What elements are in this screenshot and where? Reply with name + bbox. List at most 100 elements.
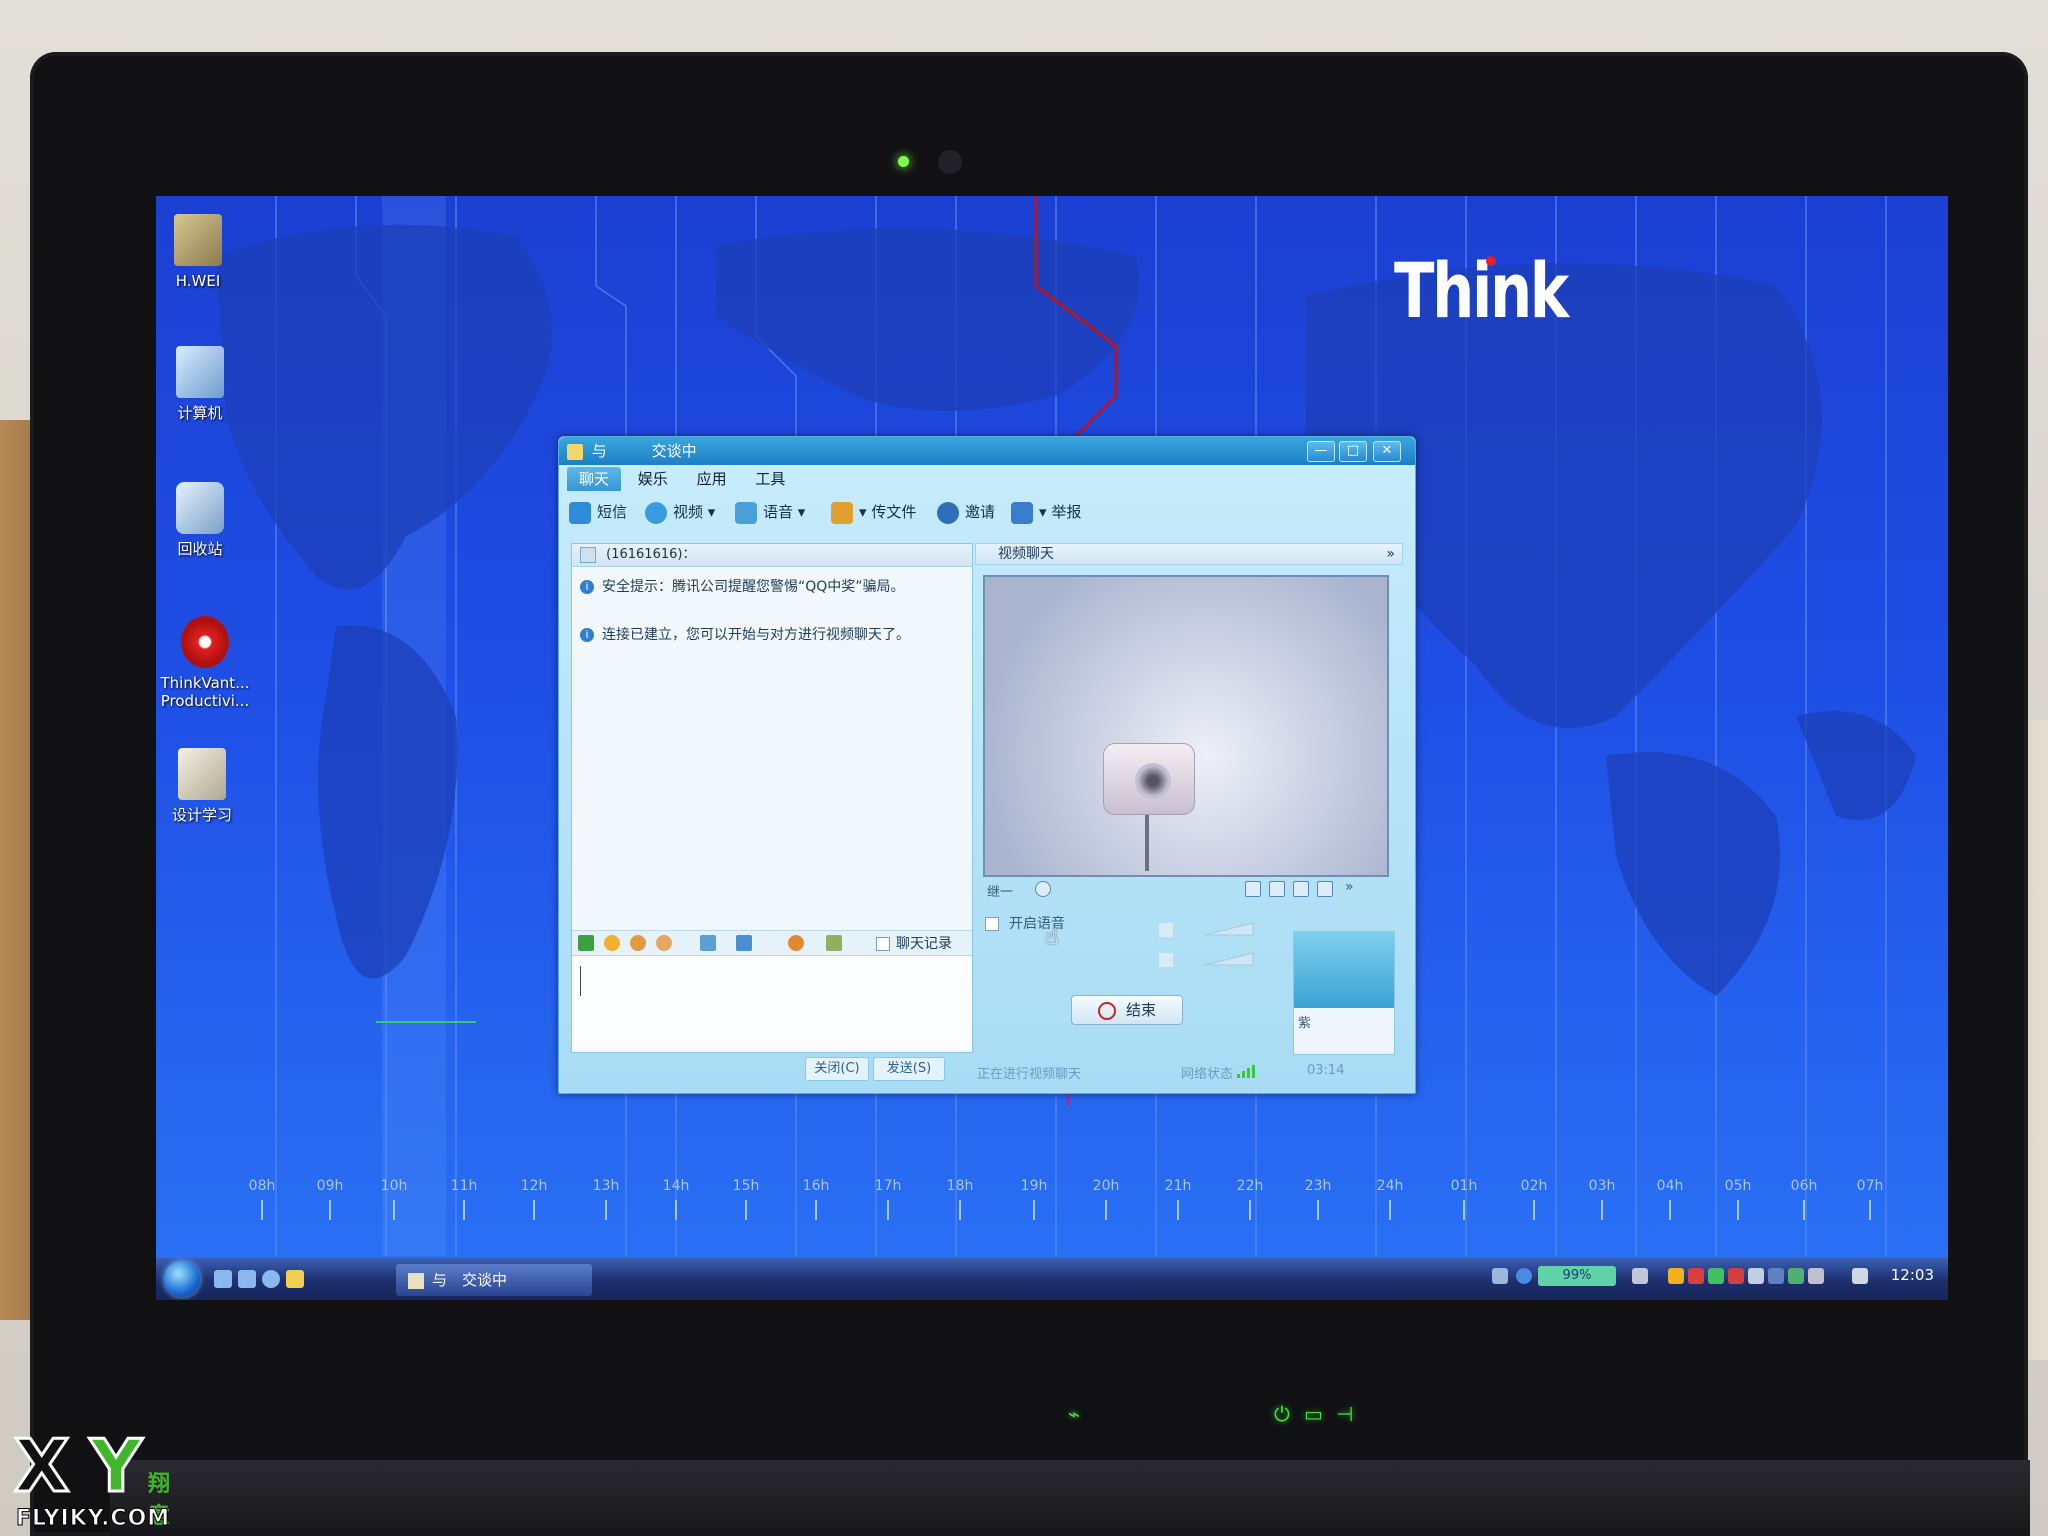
chat-history-button[interactable]: 聊天记录: [876, 933, 952, 953]
hour-tick: [1533, 1200, 1535, 1220]
close-chat-button[interactable]: 关闭(C): [805, 1057, 869, 1081]
signal-strength-icon: [1237, 1063, 1257, 1078]
clock[interactable]: 12:03: [1891, 1266, 1934, 1284]
battery-led-icon: ▭: [1304, 1402, 1323, 1426]
volume-icon[interactable]: [1852, 1268, 1868, 1284]
layout-icon[interactable]: [1269, 881, 1285, 897]
hour-tick: [463, 1200, 465, 1220]
usb-icon[interactable]: [1808, 1268, 1824, 1284]
desktop-icon-computer[interactable]: 计算机: [156, 346, 250, 422]
invite-button[interactable]: 邀请: [937, 499, 995, 525]
desktop-icon-design-folder[interactable]: 设计学习: [156, 748, 252, 824]
keyboard-icon[interactable]: [1492, 1268, 1508, 1284]
qq-quick-launch-icon[interactable]: [286, 1270, 304, 1288]
image-icon[interactable]: [736, 935, 752, 951]
tab-apps[interactable]: 应用: [685, 467, 739, 491]
report-icon: [1011, 501, 1033, 524]
bluetooth-icon[interactable]: [1768, 1268, 1784, 1284]
taskbar-qq-window[interactable]: 与 交谈中: [396, 1264, 592, 1296]
tab-tools[interactable]: 工具: [743, 467, 797, 491]
video-chat-header[interactable]: 视频聊天 »: [975, 543, 1403, 565]
watermark-url: FLYIKY.COM: [15, 1506, 171, 1532]
magic-face-icon[interactable]: [630, 935, 646, 951]
camera-settings-icon[interactable]: [1293, 881, 1309, 897]
format-toolbar: 聊天记录: [572, 930, 972, 956]
power-led-icon: ⏻: [1274, 1402, 1290, 1426]
hour-tick: [1601, 1200, 1603, 1220]
file-transfer-icon: [831, 501, 853, 524]
network-icon[interactable]: [1708, 1268, 1724, 1284]
antivirus-icon[interactable]: [1688, 1268, 1704, 1284]
self-name: 紫: [1298, 1016, 1312, 1031]
qq-icon: [408, 1272, 424, 1289]
message-input[interactable]: [572, 956, 972, 1050]
shake-icon[interactable]: [656, 935, 672, 951]
screenshot-icon[interactable]: [700, 935, 716, 951]
video-button[interactable]: 视频 ▾: [645, 499, 715, 525]
hour-tick: [1249, 1200, 1251, 1220]
desktop-icon-hwei[interactable]: H.WEI: [156, 214, 248, 290]
window-title-bar[interactable]: 与 交谈中 — □ ✕: [559, 437, 1415, 465]
more-icon[interactable]: »: [1345, 879, 1354, 895]
desktop-icon-label: 设计学习: [171, 806, 232, 824]
desktop-icon-thinkvantage[interactable]: ThinkVant... Productivi...: [156, 616, 260, 710]
video-icon: [645, 501, 667, 524]
ie-icon[interactable]: [262, 1270, 280, 1288]
hour-tick: [1033, 1200, 1035, 1220]
hour-label: 17h: [874, 1178, 902, 1194]
hour-tick: [261, 1200, 263, 1220]
window-status: 交谈中: [651, 442, 697, 460]
maximize-button[interactable]: □: [1339, 441, 1367, 462]
switch-windows-icon[interactable]: [238, 1270, 256, 1288]
wifi-led-icon: ⌁: [1068, 1402, 1081, 1426]
taskbar-task-label: 与 交谈中: [432, 1271, 508, 1289]
update-icon[interactable]: [1788, 1268, 1804, 1284]
font-icon[interactable]: [578, 935, 594, 951]
voice-button[interactable]: 语音 ▾: [735, 499, 805, 525]
voice-checkbox[interactable]: [985, 917, 999, 931]
snapshot-icon[interactable]: [1245, 881, 1261, 897]
hour-tick: [745, 1200, 747, 1220]
help-icon[interactable]: [1516, 1268, 1532, 1284]
end-call-button[interactable]: 结束: [1071, 995, 1183, 1025]
fullscreen-icon[interactable]: [1317, 881, 1333, 897]
tab-entertainment[interactable]: 娱乐: [626, 467, 680, 491]
music-icon[interactable]: [788, 935, 804, 951]
info-icon: i: [580, 580, 594, 594]
sms-button[interactable]: 短信: [569, 499, 627, 525]
think-logo: Think: [1394, 246, 1569, 335]
hour-tick: [1869, 1200, 1871, 1220]
hour-label: 10h: [380, 1178, 408, 1194]
gift-icon[interactable]: [826, 935, 842, 951]
qq-chat-window[interactable]: 与 交谈中 — □ ✕ 聊天 娱乐 应用 工具 短信 视频 ▾ 语音 ▾ ▾ 传…: [558, 436, 1416, 1094]
remote-user-label: 继一: [987, 885, 1014, 900]
file-transfer-button[interactable]: ▾ 传文件: [831, 499, 916, 525]
show-desktop-icon[interactable]: [214, 1270, 232, 1288]
qq-tray-icon[interactable]: [1668, 1268, 1684, 1284]
tab-chat[interactable]: 聊天: [567, 467, 622, 491]
send-button[interactable]: 发送(S): [873, 1057, 945, 1081]
battery-gauge[interactable]: 99%: [1538, 1266, 1616, 1286]
minimize-button[interactable]: —: [1307, 441, 1335, 462]
hour-tick: [1177, 1200, 1179, 1220]
hour-label: 21h: [1164, 1178, 1192, 1194]
desktop-icon-label: 计算机: [177, 404, 223, 422]
report-button[interactable]: ▾ 举报: [1011, 499, 1081, 525]
info-icon: i: [580, 628, 594, 642]
qq-icon: [567, 443, 583, 460]
webcam-lens: [938, 150, 962, 174]
desktop-icon-recycle-bin[interactable]: 回收站: [156, 482, 250, 558]
close-window-button[interactable]: ✕: [1373, 441, 1401, 462]
hour-tick: [393, 1200, 395, 1220]
start-button[interactable]: [164, 1261, 200, 1297]
security-icon[interactable]: [1728, 1268, 1744, 1284]
emoji-icon[interactable]: [604, 935, 620, 951]
connection-notice: i 连接已建立，您可以开始与对方进行视频聊天了。: [580, 624, 910, 644]
status-row: 正在进行视频聊天 网络状态 03:14: [977, 1059, 1401, 1082]
power-manager-icon[interactable]: [1632, 1268, 1648, 1284]
display-icon[interactable]: [1748, 1268, 1764, 1284]
collapse-icon[interactable]: »: [1386, 544, 1395, 564]
webcam-icon[interactable]: [1035, 881, 1051, 897]
volume-sliders[interactable]: [1135, 915, 1255, 975]
hour-tick: [675, 1200, 677, 1220]
